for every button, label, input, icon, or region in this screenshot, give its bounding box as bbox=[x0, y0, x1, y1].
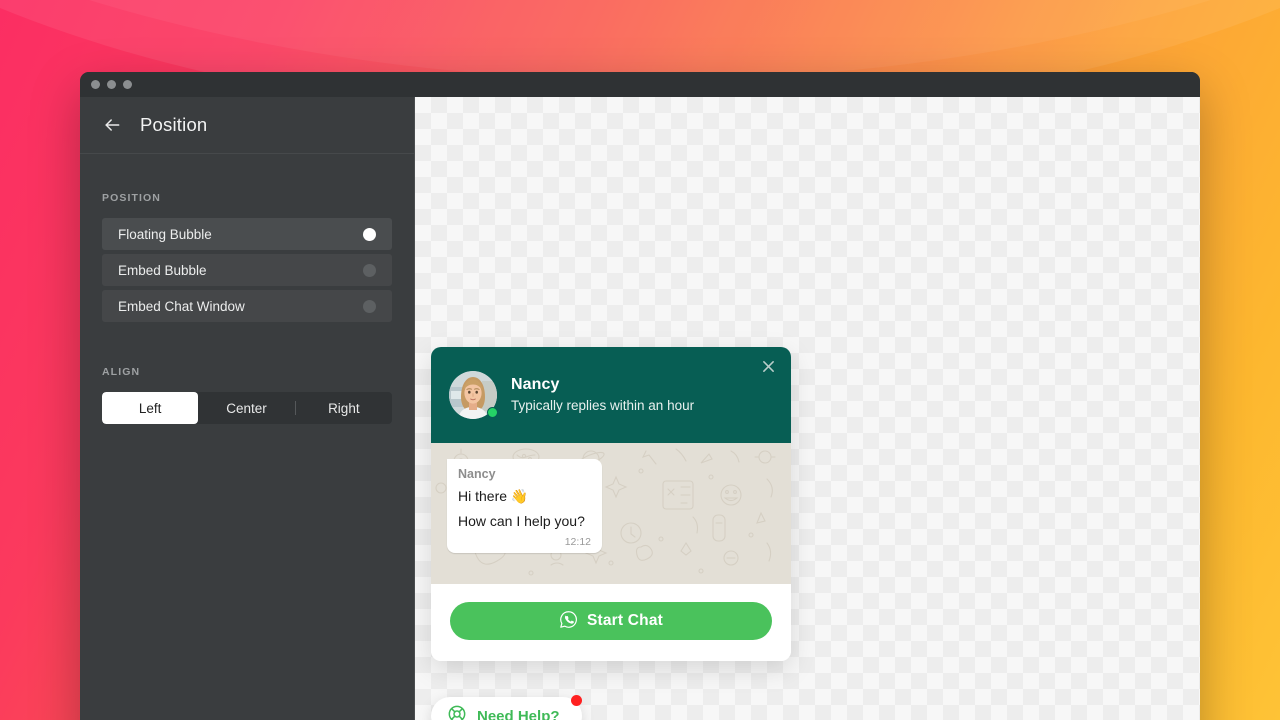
chat-widget-header: Nancy Typically replies within an hour bbox=[431, 347, 791, 443]
align-option-left[interactable]: Left bbox=[102, 392, 199, 424]
position-option-list: Floating Bubble Embed Bubble Embed Chat … bbox=[80, 218, 414, 322]
align-section-label: ALIGN bbox=[102, 366, 141, 378]
online-status-indicator bbox=[487, 406, 498, 418]
start-chat-label: Start Chat bbox=[586, 612, 664, 629]
position-section-label: POSITION bbox=[102, 192, 161, 204]
message-line: Hi there 👋 bbox=[458, 488, 529, 504]
agent-info: Nancy Typically replies within an hour bbox=[511, 376, 694, 413]
widget-preview-canvas: Nancy Typically replies within an hour N… bbox=[415, 97, 1200, 720]
position-option-label: Embed Bubble bbox=[118, 262, 207, 278]
launcher-label: Need Help? bbox=[477, 707, 560, 720]
chat-message-bubble: Nancy Hi there 👋 How can I help you? 12:… bbox=[447, 459, 602, 553]
align-option-right[interactable]: Right bbox=[296, 392, 392, 424]
window-minimize-dot[interactable] bbox=[107, 80, 116, 89]
position-section: POSITION Floating Bubble Embed Bubble Em… bbox=[80, 192, 414, 322]
whatsapp-icon bbox=[559, 610, 578, 632]
radio-icon[interactable] bbox=[363, 263, 376, 277]
arrow-left-icon[interactable] bbox=[102, 115, 122, 135]
settings-sidebar: Position POSITION Floating Bubble Embed … bbox=[80, 97, 415, 720]
window-titlebar bbox=[80, 72, 1200, 97]
radio-icon[interactable] bbox=[363, 299, 376, 313]
align-section: ALIGN Left Center Right bbox=[80, 366, 414, 424]
window-close-dot[interactable] bbox=[91, 80, 100, 89]
agent-name: Nancy bbox=[511, 376, 560, 393]
message-sender: Nancy bbox=[458, 467, 496, 481]
position-option-label: Floating Bubble bbox=[118, 226, 212, 242]
align-segmented-control: Left Center Right bbox=[102, 392, 392, 424]
notification-badge bbox=[570, 695, 582, 706]
screen-background: Position POSITION Floating Bubble Embed … bbox=[0, 0, 1280, 720]
panel-header: Position bbox=[80, 97, 414, 154]
radio-icon[interactable] bbox=[363, 227, 376, 241]
start-chat-button[interactable]: Start Chat bbox=[450, 602, 772, 640]
window-body: Position POSITION Floating Bubble Embed … bbox=[80, 97, 1200, 720]
close-icon[interactable] bbox=[759, 357, 777, 375]
align-option-center[interactable]: Center bbox=[198, 392, 294, 424]
avatar bbox=[449, 370, 498, 419]
lifebuoy-icon bbox=[447, 704, 467, 720]
position-option-floating-bubble[interactable]: Floating Bubble bbox=[102, 218, 392, 250]
chat-launcher-button[interactable]: Need Help? bbox=[431, 695, 582, 720]
chat-widget-footer: Start Chat bbox=[431, 584, 791, 661]
agent-status: Typically replies within an hour bbox=[511, 398, 695, 413]
page-title: Position bbox=[140, 114, 208, 135]
chat-widget: Nancy Typically replies within an hour N… bbox=[431, 347, 791, 661]
message-line: How can I help you? bbox=[458, 512, 585, 529]
position-option-embed-chat-window[interactable]: Embed Chat Window bbox=[102, 290, 392, 322]
window-zoom-dot[interactable] bbox=[123, 80, 132, 89]
app-window: Position POSITION Floating Bubble Embed … bbox=[80, 72, 1200, 720]
position-option-label: Embed Chat Window bbox=[118, 298, 245, 314]
chat-conversation-area: Nancy Hi there 👋 How can I help you? 12:… bbox=[431, 443, 791, 584]
message-timestamp: 12:12 bbox=[564, 536, 591, 548]
background-arc-decoration-secondary bbox=[0, 0, 1280, 80]
position-option-embed-bubble[interactable]: Embed Bubble bbox=[102, 254, 392, 286]
